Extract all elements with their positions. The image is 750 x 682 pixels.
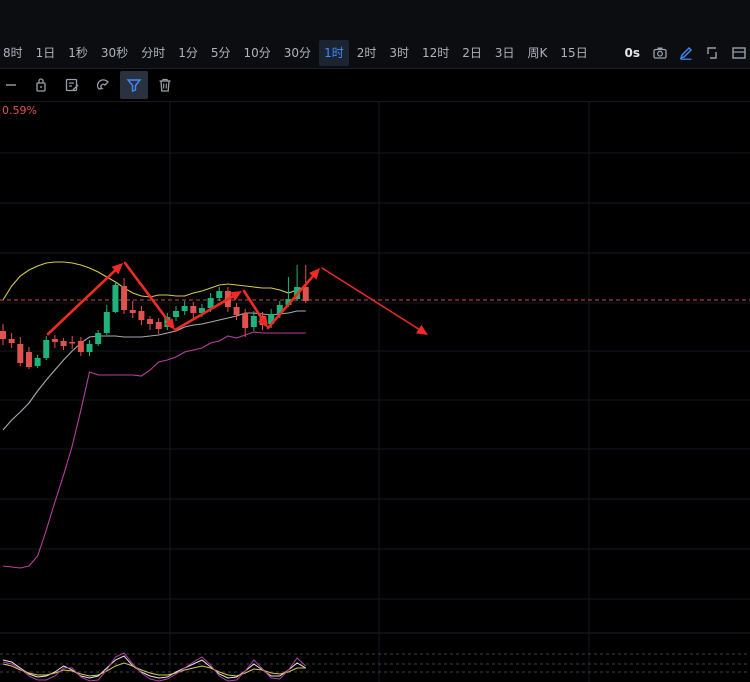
candle-body-12 (103, 312, 110, 333)
chart-tools: 0s (617, 38, 750, 68)
interval-tab-10[interactable]: 2时 (352, 40, 382, 66)
boll-lower-line (2, 331, 306, 569)
candle-body-20 (173, 311, 179, 317)
candle-body-28 (242, 313, 249, 328)
price-change-label: 0.59% (2, 104, 37, 117)
trash-icon[interactable] (151, 71, 179, 99)
candle-body-4 (34, 358, 41, 366)
lock-icon[interactable] (27, 71, 55, 99)
candle-body-14 (121, 286, 128, 310)
trend-arrow-head-5 (416, 324, 428, 335)
drawing-toolbar (0, 69, 750, 102)
interval-tab-11[interactable]: 3时 (384, 40, 414, 66)
price-chart[interactable] (0, 101, 750, 682)
filter-icon[interactable] (120, 71, 148, 99)
interval-tab-0[interactable]: 8时 (0, 40, 28, 66)
boll-mid-line (2, 310, 306, 431)
pen-icon[interactable] (674, 41, 698, 65)
candle-body-2 (17, 344, 24, 363)
kdj-d-line (2, 662, 306, 677)
candle-body-17 (147, 319, 154, 324)
candle-body-7 (60, 341, 67, 346)
candle-body-24 (207, 298, 214, 308)
candle-body-13 (112, 285, 119, 312)
candle-body-1 (8, 339, 15, 343)
interval-list: 8时 1日 1秒 30秒 分时 1分 5分 10分 30分 1时 2时 3时 12时 2日 3日 周K 15日 (0, 40, 596, 66)
interval-tab-7[interactable]: 10分 (239, 40, 276, 66)
candle-body-16 (138, 311, 145, 320)
interval-tab-8[interactable]: 30分 (279, 40, 316, 66)
interval-tab-2[interactable]: 1秒 (63, 40, 93, 66)
candle-body-27 (233, 307, 240, 315)
magnet-icon[interactable] (89, 71, 117, 99)
trend-arrow-line-2 (173, 295, 234, 332)
interval-bar: 8时 1日 1秒 30秒 分时 1分 5分 10分 30分 1时 2时 3时 12时 2日 3日 周K 15日 … (0, 38, 750, 69)
interval-tab-12[interactable]: 12时 (417, 40, 454, 66)
candle-body-35 (302, 287, 309, 301)
trend-arrow-line-5 (321, 267, 420, 330)
interval-tab-16[interactable]: 15日 (555, 40, 592, 66)
edit-icon[interactable] (58, 71, 86, 99)
candle-body-9 (77, 341, 84, 352)
candle-body-15 (129, 310, 136, 313)
interval-tab-5[interactable]: 1分 (173, 40, 203, 66)
candle-body-11 (95, 333, 102, 344)
interval-tab-6[interactable]: 5分 (206, 40, 236, 66)
fullscreen-icon[interactable] (700, 41, 724, 65)
candle-body-8 (69, 342, 76, 344)
candle-body-22 (190, 306, 197, 313)
boll-upper-line (2, 261, 307, 301)
unknown-icon[interactable] (0, 71, 24, 99)
interval-tab-13[interactable]: 2日 (457, 40, 487, 66)
interval-tab-14[interactable]: 3日 (490, 40, 520, 66)
header-bar (0, 0, 750, 39)
interval-tab-1[interactable]: 1日 (31, 40, 61, 66)
interval-tab-15[interactable]: 周K (523, 40, 553, 66)
interval-tab-4[interactable]: 分时 (136, 40, 170, 66)
candle-body-6 (51, 339, 58, 342)
candle-body-10 (86, 344, 93, 352)
candle-body-29 (250, 316, 257, 327)
candle-body-3 (25, 352, 32, 367)
layout-icon[interactable] (726, 41, 750, 65)
candle-body-0 (0, 331, 6, 339)
interval-tab-9[interactable]: 1时 (319, 40, 349, 66)
candle-body-21 (181, 306, 188, 311)
camera-icon[interactable] (648, 41, 672, 65)
interval-tab-3[interactable]: 30秒 (96, 40, 133, 66)
countdown-label[interactable]: 0s (619, 41, 647, 65)
candle-body-25 (216, 291, 223, 298)
candle-body-5 (43, 340, 50, 358)
candle-body-18 (155, 322, 162, 329)
